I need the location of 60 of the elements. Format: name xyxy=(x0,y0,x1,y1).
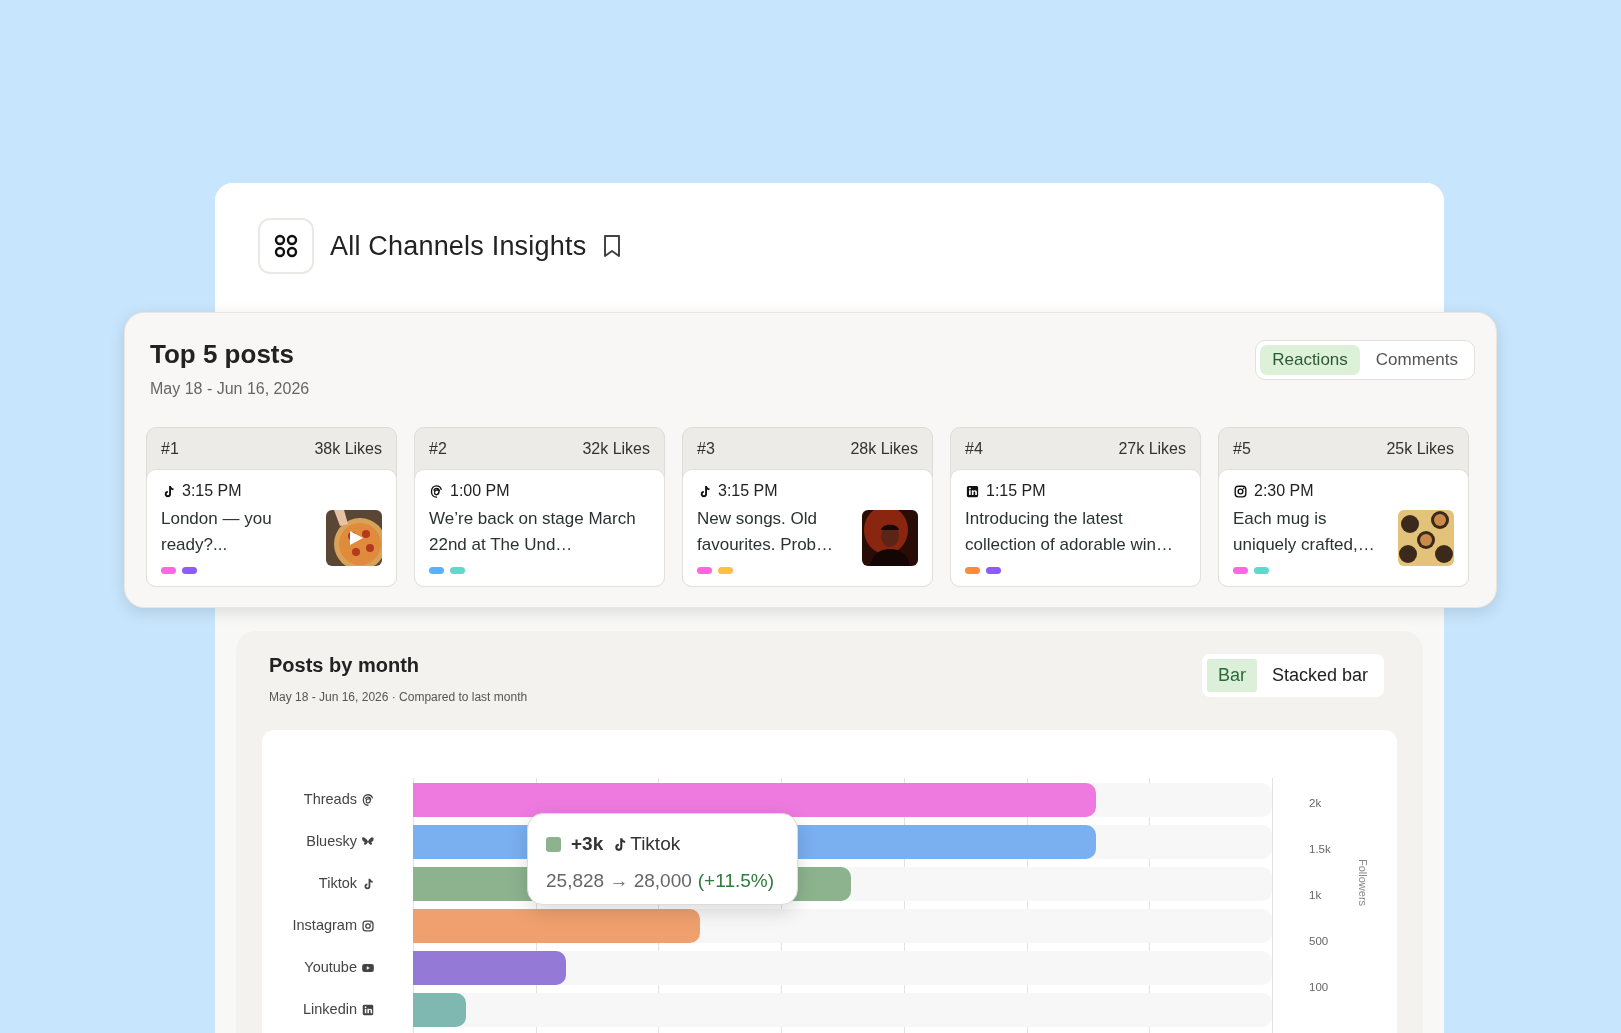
post-text: Introducing the latest collection of adorable win… xyxy=(965,508,1174,556)
linkedin-icon xyxy=(361,1003,375,1017)
post-time: 3:15 PM xyxy=(718,481,778,501)
likes-count: 27k Likes xyxy=(1118,438,1186,459)
section-title: Top 5 posts xyxy=(150,338,295,371)
post-rank: #3 xyxy=(697,438,715,459)
axis-tick: 500 xyxy=(1309,934,1330,949)
camera-icon xyxy=(1233,483,1248,499)
axis-tick: 1.5k xyxy=(1309,842,1331,857)
post-rank: #1 xyxy=(161,438,179,459)
axis-label: Followers xyxy=(1356,859,1369,907)
channel-name: Tiktok xyxy=(630,832,681,856)
play-icon xyxy=(361,961,375,975)
date-range: May 18 - Jun 16, 2026 xyxy=(150,379,310,399)
change-value: +3k xyxy=(571,832,604,856)
post-time: 2:30 PM xyxy=(1254,481,1314,501)
post-text: London — you ready?... xyxy=(161,508,273,556)
chart-subtitle: May 18 - Jun 16, 2026 · Compared to last month xyxy=(269,689,528,706)
post-time: 1:15 PM xyxy=(986,481,1046,501)
post-rank: #4 xyxy=(965,438,983,459)
value-change: 25,828 → 28,000 xyxy=(546,868,692,893)
post-text: Each mug is uniquely crafted,… xyxy=(1233,508,1376,556)
axis-tick: 2k xyxy=(1309,796,1323,811)
four-circles-icon xyxy=(273,233,299,259)
at-sign-icon xyxy=(361,793,375,807)
likes-count: 28k Likes xyxy=(850,438,918,459)
bar-label: Youtube xyxy=(304,958,357,978)
likes-count: 32k Likes xyxy=(582,438,650,459)
linkedin-icon xyxy=(965,483,980,499)
post-card[interactable]: #3 28k Likes 3:15 PM New songs. Old favourites. Prob… xyxy=(682,427,933,587)
axis-tick: 100 xyxy=(1309,980,1330,995)
section-title: Posts by month xyxy=(269,653,420,678)
bookmark-icon[interactable] xyxy=(602,234,623,258)
play-icon[interactable] xyxy=(348,530,364,546)
bar-label: Threads xyxy=(303,790,357,810)
post-card[interactable]: #5 25k Likes 2:30 PM Each mug is uniquely crafted,… xyxy=(1218,427,1469,587)
likes-count: 25k Likes xyxy=(1386,438,1454,459)
post-card[interactable]: #1 38k Likes 3:15 PM London — you ready?... xyxy=(146,427,397,587)
toggle-option[interactable]: Reactions xyxy=(1260,345,1360,375)
toggle-option[interactable]: Stacked bar xyxy=(1260,659,1379,692)
page-title: All Channels Insights xyxy=(330,229,587,263)
camera-icon xyxy=(361,919,375,933)
toggle-option[interactable]: Comments xyxy=(1363,345,1470,375)
post-text: We’re back on stage March 22nd at The Und… xyxy=(429,508,637,556)
axis-tick: 1k xyxy=(1309,888,1323,903)
percent-change: (+11.5%) xyxy=(697,868,774,893)
post-rank: #2 xyxy=(429,438,447,459)
post-time: 3:15 PM xyxy=(182,481,242,501)
at-sign-icon xyxy=(429,483,444,499)
post-card[interactable]: #2 32k Likes 1:00 PM We’re back on stage March 22nd at The Und… xyxy=(414,427,665,587)
bar-label: Linkedin xyxy=(303,1000,357,1020)
post-time: 1:00 PM xyxy=(450,481,510,501)
post-card[interactable]: #4 27k Likes 1:15 PM Introducing the latest collection of adorable win… xyxy=(950,427,1201,587)
bar-label: Tiktok xyxy=(318,874,357,894)
bar-label: Bluesky xyxy=(306,832,357,852)
post-text: New songs. Old favourites. Prob… xyxy=(697,508,835,556)
bar-label: Instagram xyxy=(292,916,357,936)
toggle-option[interactable]: Bar xyxy=(1206,659,1257,692)
post-rank: #5 xyxy=(1233,438,1251,459)
likes-count: 38k Likes xyxy=(314,438,382,459)
